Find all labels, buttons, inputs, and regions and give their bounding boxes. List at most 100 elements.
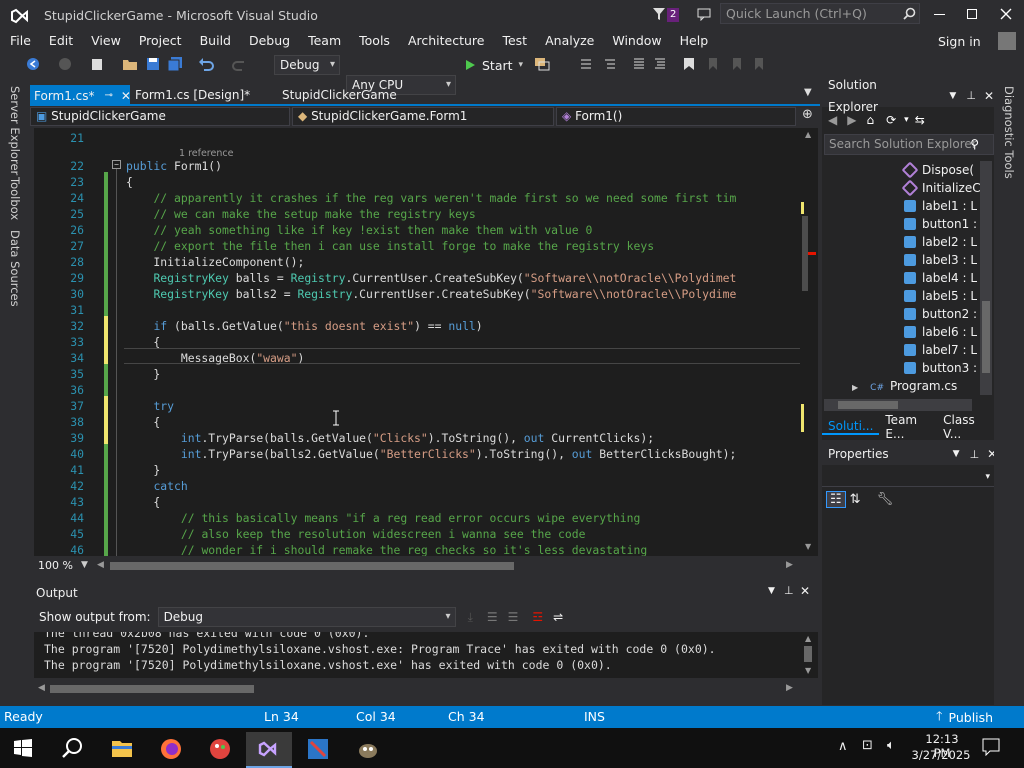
quick-launch-input[interactable]: Quick Launch (Ctrl+Q): [720, 3, 920, 24]
data-sources-tab[interactable]: Data Sources: [8, 230, 22, 307]
close-button[interactable]: [1000, 8, 1012, 20]
comment-icon[interactable]: [632, 57, 646, 71]
tab-team-explorer[interactable]: Team E...: [879, 413, 937, 441]
redo-icon[interactable]: [232, 57, 248, 71]
code-line[interactable]: {: [126, 494, 160, 510]
code-line[interactable]: public Form1(): [126, 158, 222, 174]
code-line[interactable]: int.TryParse(balls2.GetValue("BetterClic…: [126, 446, 737, 462]
project-dropdown[interactable]: ▣ StupidClickerGame: [30, 107, 290, 126]
clear-all-icon[interactable]: ☲: [532, 610, 543, 624]
menu-item-test[interactable]: Test: [493, 30, 536, 52]
menu-item-help[interactable]: Help: [671, 30, 718, 52]
close-icon[interactable]: ✕: [800, 584, 810, 598]
tab-solution[interactable]: Soluti...: [822, 419, 880, 435]
avatar[interactable]: [998, 32, 1016, 50]
class-dropdown[interactable]: ◆ StupidClickerGame.Form1: [292, 107, 554, 126]
output-scroll-thumb[interactable]: [804, 646, 812, 662]
output-horizontal-scrollbar[interactable]: ◀ ▶: [34, 680, 800, 698]
zoom-level[interactable]: 100 %: [38, 559, 73, 572]
menu-item-project[interactable]: Project: [130, 30, 191, 52]
find-message-icon[interactable]: ⤓: [468, 610, 473, 625]
tree-item[interactable]: label3 : L: [904, 251, 977, 269]
tree-item[interactable]: button1 :: [904, 215, 977, 233]
menu-item-analyze[interactable]: Analyze: [536, 30, 603, 52]
undo-icon[interactable]: [198, 57, 214, 71]
menu-item-team[interactable]: Team: [299, 30, 350, 52]
restore-button[interactable]: [967, 9, 977, 19]
navigate-forward-icon[interactable]: [58, 57, 72, 71]
home-icon[interactable]: ⌂: [866, 113, 874, 127]
taskbar-date[interactable]: 3/27/2025: [910, 748, 972, 762]
previous-message-icon[interactable]: ☰: [487, 610, 498, 624]
code-line[interactable]: // wonder if i should remake the reg che…: [126, 542, 647, 556]
tab-class-view[interactable]: Class V...: [937, 413, 994, 441]
toggle-word-wrap-icon[interactable]: ⇌: [553, 610, 563, 624]
output-text[interactable]: The thread 0x2b08 has exited with code 0…: [34, 632, 800, 678]
output-hscroll-thumb[interactable]: [50, 685, 254, 693]
minimize-button[interactable]: [934, 14, 945, 15]
menu-item-edit[interactable]: Edit: [40, 30, 82, 52]
next-bookmark-icon[interactable]: [730, 57, 744, 71]
horizontal-scroll-thumb[interactable]: [110, 562, 514, 570]
code-line[interactable]: try: [126, 398, 174, 414]
file-explorer-taskbar-button[interactable]: [99, 732, 145, 768]
panel-menu-chevron-down-icon[interactable]: ▼: [949, 85, 956, 107]
notification-badge[interactable]: 2: [667, 8, 680, 22]
code-line[interactable]: // export the file then i can use instal…: [126, 238, 654, 254]
menu-item-tools[interactable]: Tools: [350, 30, 399, 52]
filter-icon[interactable]: [652, 7, 666, 21]
code-line[interactable]: }: [126, 462, 160, 478]
code-line[interactable]: }: [126, 366, 160, 382]
bookmark-icon[interactable]: [683, 57, 695, 71]
volume-icon[interactable]: 🔈︎: [887, 738, 895, 753]
forward-icon[interactable]: ▶: [847, 113, 856, 127]
pin-icon[interactable]: ⊥: [970, 448, 980, 461]
tab-form1-design[interactable]: Form1.cs [Design]*: [131, 85, 254, 106]
search-icon[interactable]: ⚲: [970, 135, 979, 154]
search-icon[interactable]: [62, 737, 84, 759]
menu-item-window[interactable]: Window: [603, 30, 670, 52]
alphabetical-icon[interactable]: ⇅: [850, 492, 861, 507]
expand-chevron-right-icon[interactable]: ▶: [852, 383, 858, 392]
show-hidden-icons-chevron-up-icon[interactable]: ∧: [838, 739, 848, 754]
menu-item-file[interactable]: File: [1, 30, 40, 52]
output-source-dropdown[interactable]: Debug: [157, 607, 456, 627]
sync-icon[interactable]: ⟳: [886, 113, 896, 127]
browser-link-icon[interactable]: [534, 57, 550, 71]
save-icon[interactable]: [146, 57, 160, 71]
object-selector-dropdown[interactable]: ▾: [822, 469, 994, 487]
tree-item[interactable]: label1 : L: [904, 197, 977, 215]
server-explorer-tab[interactable]: Server Explorer: [8, 86, 22, 175]
pin-icon[interactable]: ⊸: [105, 86, 113, 106]
split-editor-icon[interactable]: ⊕: [802, 107, 813, 122]
uncomment-icon[interactable]: [653, 57, 667, 71]
scroll-right-icon[interactable]: ▶: [786, 560, 793, 570]
open-file-icon[interactable]: [122, 57, 138, 71]
code-line[interactable]: // we can make the setup make the regist…: [126, 206, 475, 222]
code-line[interactable]: if (balls.GetValue("this doesnt exist") …: [126, 318, 482, 334]
feedback-icon[interactable]: [697, 7, 711, 21]
paint-taskbar-button[interactable]: [197, 732, 243, 768]
back-icon[interactable]: ◀: [828, 113, 837, 127]
close-tab-icon[interactable]: ✕: [121, 86, 131, 106]
tree-item[interactable]: InitializeC: [901, 179, 981, 197]
tree-item[interactable]: ▶ C# Program.cs: [852, 377, 957, 395]
code-line[interactable]: InitializeComponent();: [126, 254, 304, 270]
tab-form1-cs[interactable]: Form1.cs* ⊸ ✕: [30, 85, 131, 106]
zoom-dropdown-chevron-down-icon[interactable]: ▼: [81, 560, 88, 570]
clear-bookmarks-icon[interactable]: [752, 57, 766, 71]
refresh-icon[interactable]: ⇆: [915, 113, 925, 127]
notifications-icon[interactable]: [982, 738, 1000, 756]
code-line[interactable]: // also keep the resolution widescreen i…: [126, 526, 586, 542]
close-icon[interactable]: ✕: [984, 85, 994, 107]
step-over-icon[interactable]: [603, 57, 617, 71]
solution-search-input[interactable]: Search Solution Explorer ⚲: [824, 134, 994, 155]
search-icon[interactable]: [903, 7, 916, 20]
navigate-back-icon[interactable]: [26, 57, 40, 71]
tree-item[interactable]: Dispose(: [901, 161, 974, 179]
code-line[interactable]: // apparently it crashes if the reg vars…: [126, 190, 736, 206]
code-line[interactable]: int.TryParse(balls.GetValue("Clicks").To…: [126, 430, 654, 446]
tree-scroll-thumb[interactable]: [982, 301, 990, 373]
tree-horizontal-scrollbar[interactable]: [824, 399, 972, 411]
code-line[interactable]: {: [126, 174, 133, 190]
